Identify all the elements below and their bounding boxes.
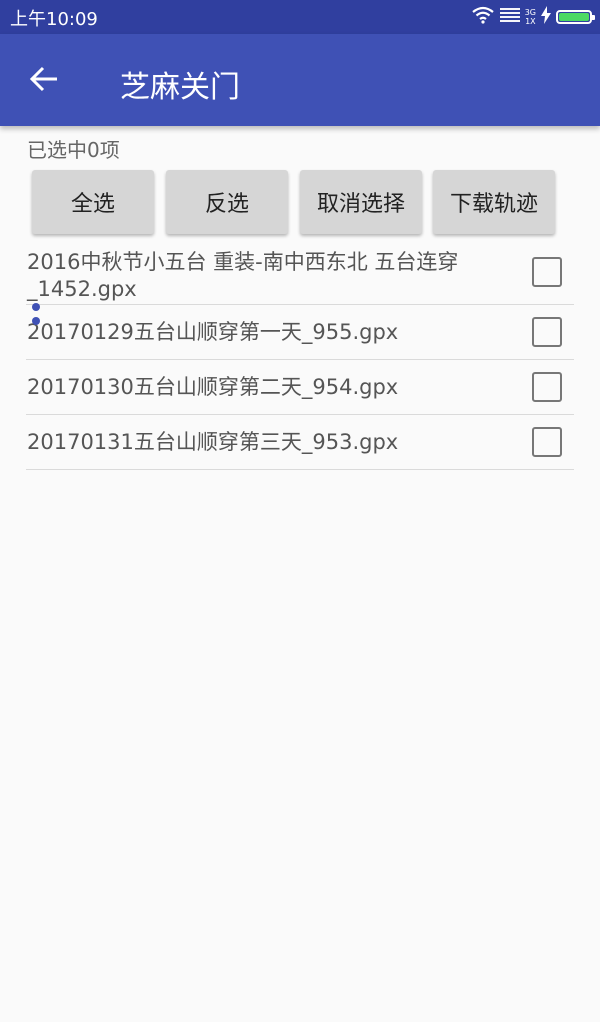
list-item[interactable]: 20170129五台山顺穿第一天_955.gpx: [26, 305, 574, 360]
network-type: 3G: [524, 8, 536, 17]
battery-icon: [556, 10, 595, 24]
back-button[interactable]: [22, 59, 66, 103]
select-all-button[interactable]: 全选: [32, 170, 154, 234]
file-name: 20170130五台山顺穿第二天_954.gpx: [27, 375, 399, 399]
file-name: 2016中秋节小五台 重装-南中西东北 五台连穿 _1452.gpx: [27, 249, 512, 303]
charging-icon: [541, 6, 551, 28]
cancel-selection-button[interactable]: 取消选择: [300, 170, 422, 234]
status-time: 上午10:09: [10, 9, 98, 30]
list-item[interactable]: 2016中秋节小五台 重装-南中西东北 五台连穿 _1452.gpx: [26, 240, 574, 305]
status-bar: 上午10:09 3G 1X: [0, 0, 600, 34]
file-checkbox[interactable]: [532, 257, 562, 287]
file-checkbox[interactable]: [532, 317, 562, 347]
file-name-line2: _1452.gpx: [27, 277, 137, 301]
status-icons: 3G 1X: [471, 5, 595, 29]
arrow-left-icon: [29, 66, 59, 96]
network-sub: 1X: [525, 17, 536, 26]
invert-selection-button[interactable]: 反选: [166, 170, 288, 234]
file-checkbox[interactable]: [532, 427, 562, 457]
page-title: 芝麻关门: [120, 70, 240, 105]
file-name-line1: 2016中秋节小五台 重装-南中西东北 五台连穿: [27, 250, 459, 274]
battery-tip: [592, 15, 595, 20]
text-cursor-handle-bottom[interactable]: [32, 317, 40, 325]
battery-level: [559, 13, 589, 21]
selection-count: 已选中0项: [27, 138, 120, 162]
download-tracks-button[interactable]: 下载轨迹: [433, 170, 555, 234]
app-bar: 芝麻关门: [0, 34, 600, 126]
text-cursor-handle-top[interactable]: [32, 303, 40, 311]
file-checkbox[interactable]: [532, 372, 562, 402]
list-item[interactable]: 20170130五台山顺穿第二天_954.gpx: [26, 360, 574, 415]
list-item[interactable]: 20170131五台山顺穿第三天_953.gpx: [26, 415, 574, 470]
wifi-icon: [471, 6, 495, 28]
signal-icon: [499, 6, 520, 28]
action-button-row: 全选 反选 取消选择 下载轨迹: [32, 170, 572, 236]
file-name: 20170129五台山顺穿第一天_955.gpx: [27, 320, 399, 344]
file-name: 20170131五台山顺穿第三天_953.gpx: [27, 430, 399, 454]
network-indicator: 3G 1X: [525, 8, 536, 26]
